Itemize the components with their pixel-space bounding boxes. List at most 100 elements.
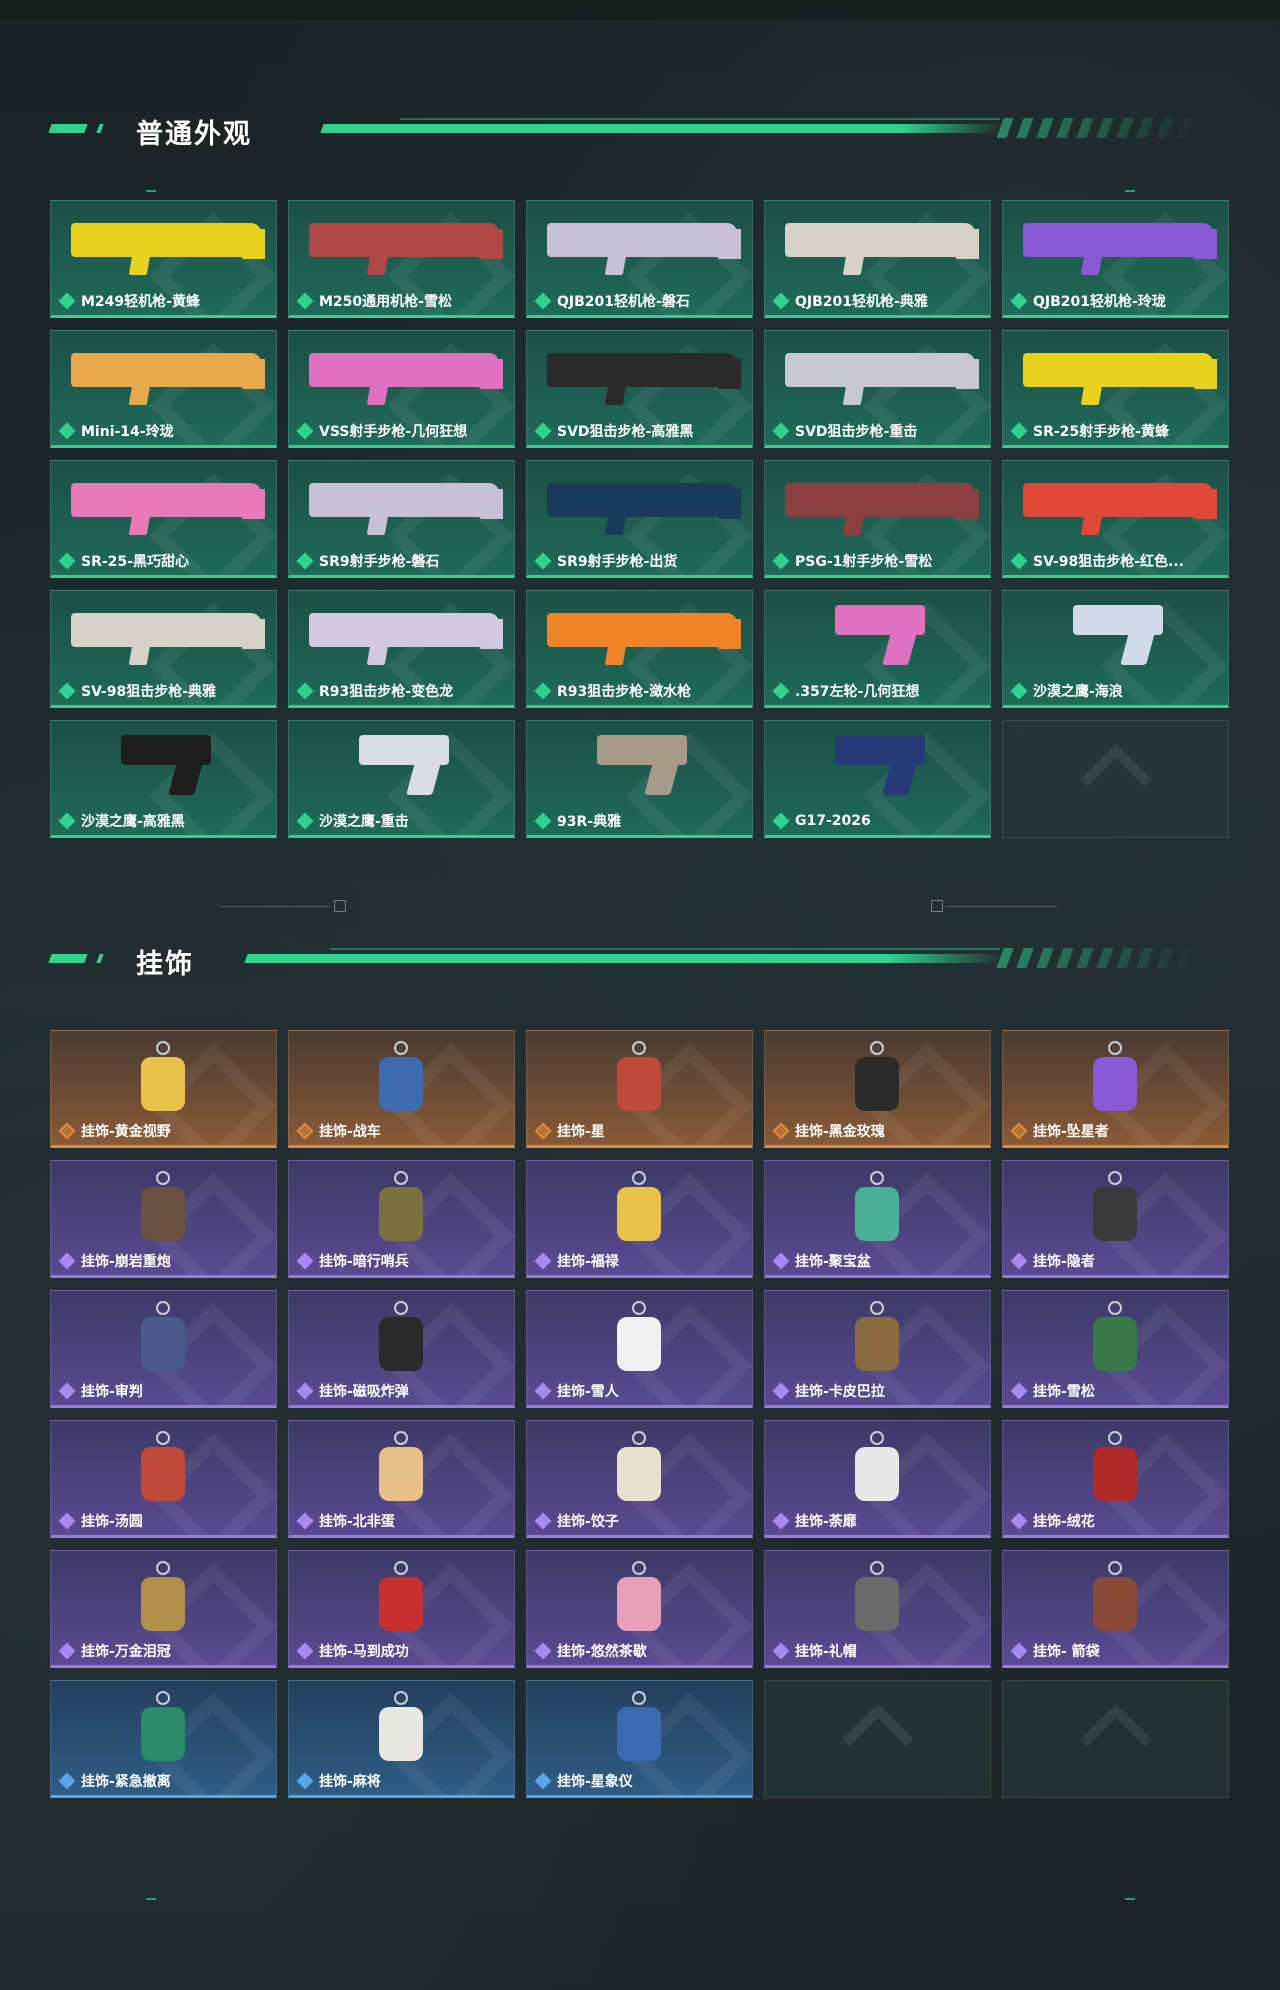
- card-label-row: M249轻机枪-黄蜂: [58, 291, 200, 311]
- pistol-image: [835, 735, 925, 765]
- rarity-icon: [58, 1252, 76, 1270]
- charm-card[interactable]: 挂饰-雪松: [1002, 1290, 1229, 1408]
- charm-card[interactable]: 挂饰-紧急撤离: [50, 1680, 277, 1798]
- skin-label: R93狙击步枪-变色龙: [319, 684, 454, 700]
- top-bar: [0, 0, 1280, 20]
- charm-card[interactable]: 挂饰-坠星者: [1002, 1030, 1229, 1148]
- skin-card[interactable]: 沙漠之鹰-高雅黑: [50, 720, 277, 838]
- rarity-icon: [772, 1512, 790, 1530]
- charm-card[interactable]: 挂饰-崩岩重炮: [50, 1160, 277, 1278]
- charm-card[interactable]: 挂饰-隐者: [1002, 1160, 1229, 1278]
- rarity-icon: [296, 1512, 314, 1530]
- skin-card[interactable]: SR-25射手步枪-黄蜂: [1002, 330, 1229, 448]
- skin-card[interactable]: 93R-典雅: [526, 720, 753, 838]
- keyring-icon: [632, 1431, 646, 1445]
- charm-card[interactable]: 挂饰-汤圆: [50, 1420, 277, 1538]
- skin-card[interactable]: R93狙击步枪-潋水枪: [526, 590, 753, 708]
- rifle-image: [309, 613, 499, 647]
- charm-card[interactable]: 挂饰-绒花: [1002, 1420, 1229, 1538]
- skin-card[interactable]: R93狙击步枪-变色龙: [288, 590, 515, 708]
- skin-card[interactable]: M249轻机枪-黄蜂: [50, 200, 277, 318]
- rarity-icon: [772, 812, 790, 830]
- skin-card[interactable]: SR9射手步枪-磐石: [288, 460, 515, 578]
- header-accent: [96, 954, 104, 963]
- card-label-row: SV-98狙击步枪-典雅: [58, 681, 216, 701]
- logo-watermark-icon: [1080, 743, 1151, 815]
- skin-card[interactable]: G17-2026: [764, 720, 991, 838]
- rarity-icon: [534, 1642, 552, 1660]
- charm-card[interactable]: 挂饰-马到成功: [288, 1550, 515, 1668]
- skin-card[interactable]: .357左轮-几何狂想: [764, 590, 991, 708]
- rarity-icon: [772, 292, 790, 310]
- skin-card[interactable]: SV-98狙击步枪-红色...: [1002, 460, 1229, 578]
- charm-card[interactable]: 挂饰-荼靡: [764, 1420, 991, 1538]
- skin-card[interactable]: SR9射手步枪-出货: [526, 460, 753, 578]
- keyring-icon: [1108, 1431, 1122, 1445]
- charm-card[interactable]: 挂饰- 箭袋: [1002, 1550, 1229, 1668]
- empty-slot: [1002, 1680, 1229, 1798]
- charm-card[interactable]: 挂饰-黄金视野: [50, 1030, 277, 1148]
- header-line-thin: [400, 118, 1000, 120]
- card-label-row: QJB201轻机枪-磐石: [534, 291, 690, 311]
- pistol-image: [121, 735, 211, 765]
- skin-card[interactable]: SVD狙击步枪-高雅黑: [526, 330, 753, 448]
- charm-image: [141, 1317, 185, 1371]
- charm-card[interactable]: 挂饰-饺子: [526, 1420, 753, 1538]
- skin-card[interactable]: SR-25-黑巧甜心: [50, 460, 277, 578]
- keyring-icon: [632, 1691, 646, 1705]
- card-label-row: 挂饰-绒花: [1010, 1511, 1095, 1531]
- charm-card[interactable]: 挂饰-黑金玫瑰: [764, 1030, 991, 1148]
- skin-card[interactable]: 沙漠之鹰-重击: [288, 720, 515, 838]
- rifle-image: [547, 223, 737, 257]
- charm-card[interactable]: 挂饰-卡皮巴拉: [764, 1290, 991, 1408]
- charm-image: [855, 1577, 899, 1631]
- keyring-icon: [870, 1171, 884, 1185]
- skins-grid: M249轻机枪-黄蜂 M250通用机枪-雪松 QJB201轻机枪-磐石 QJB201轻…: [50, 200, 1229, 838]
- rifle-image: [309, 223, 499, 257]
- skin-card[interactable]: M250通用机枪-雪松: [288, 200, 515, 318]
- charm-label: 挂饰-雪人: [557, 1384, 619, 1400]
- rarity-icon: [534, 292, 552, 310]
- skin-card[interactable]: VSS射手步枪-几何狂想: [288, 330, 515, 448]
- charm-label: 挂饰-紧急撤离: [81, 1774, 171, 1790]
- charm-card[interactable]: 挂饰-星象仪: [526, 1680, 753, 1798]
- charm-card[interactable]: 挂饰-磁吸炸弹: [288, 1290, 515, 1408]
- skin-card[interactable]: SV-98狙击步枪-典雅: [50, 590, 277, 708]
- skin-card[interactable]: Mini-14-玲珑: [50, 330, 277, 448]
- charm-card[interactable]: 挂饰-北非蛋: [288, 1420, 515, 1538]
- skin-card[interactable]: QJB201轻机枪-磐石: [526, 200, 753, 318]
- skin-label: SR-25射手步枪-黄蜂: [1033, 424, 1169, 440]
- rifle-image: [785, 223, 975, 257]
- charm-card[interactable]: 挂饰-聚宝盆: [764, 1160, 991, 1278]
- charm-card[interactable]: 挂饰-星: [526, 1030, 753, 1148]
- skin-card[interactable]: PSG-1射手步枪-雪松: [764, 460, 991, 578]
- charm-card[interactable]: 挂饰-福禄: [526, 1160, 753, 1278]
- rarity-icon: [296, 292, 314, 310]
- skin-label: QJB201轻机枪-玲珑: [1033, 294, 1166, 310]
- skin-label: SV-98狙击步枪-红色...: [1033, 554, 1184, 570]
- charm-card[interactable]: 挂饰-战车: [288, 1030, 515, 1148]
- divider-line: [220, 906, 330, 907]
- charm-card[interactable]: 挂饰-悠然茶歇: [526, 1550, 753, 1668]
- charm-card[interactable]: 挂饰-麻将: [288, 1680, 515, 1798]
- card-label-row: 挂饰-崩岩重炮: [58, 1251, 171, 1271]
- rifle-image: [785, 353, 975, 387]
- rifle-image: [547, 353, 737, 387]
- charm-image: [379, 1707, 423, 1761]
- header-line: [320, 124, 1004, 133]
- charm-label: 挂饰-审判: [81, 1384, 143, 1400]
- charm-card[interactable]: 挂饰-暗行哨兵: [288, 1160, 515, 1278]
- skin-card[interactable]: SVD狙击步枪-重击: [764, 330, 991, 448]
- card-label-row: VSS射手步枪-几何狂想: [296, 421, 467, 441]
- rarity-icon: [534, 1382, 552, 1400]
- skin-card[interactable]: 沙漠之鹰-海浪: [1002, 590, 1229, 708]
- skin-card[interactable]: QJB201轻机枪-玲珑: [1002, 200, 1229, 318]
- charm-card[interactable]: 挂饰-礼帽: [764, 1550, 991, 1668]
- skin-card[interactable]: QJB201轻机枪-典雅: [764, 200, 991, 318]
- skin-label: SR9射手步枪-出货: [557, 554, 678, 570]
- charm-card[interactable]: 挂饰-万金泪冠: [50, 1550, 277, 1668]
- keyring-icon: [394, 1561, 408, 1575]
- card-label-row: SR9射手步枪-磐石: [296, 551, 439, 571]
- charm-card[interactable]: 挂饰-审判: [50, 1290, 277, 1408]
- charm-card[interactable]: 挂饰-雪人: [526, 1290, 753, 1408]
